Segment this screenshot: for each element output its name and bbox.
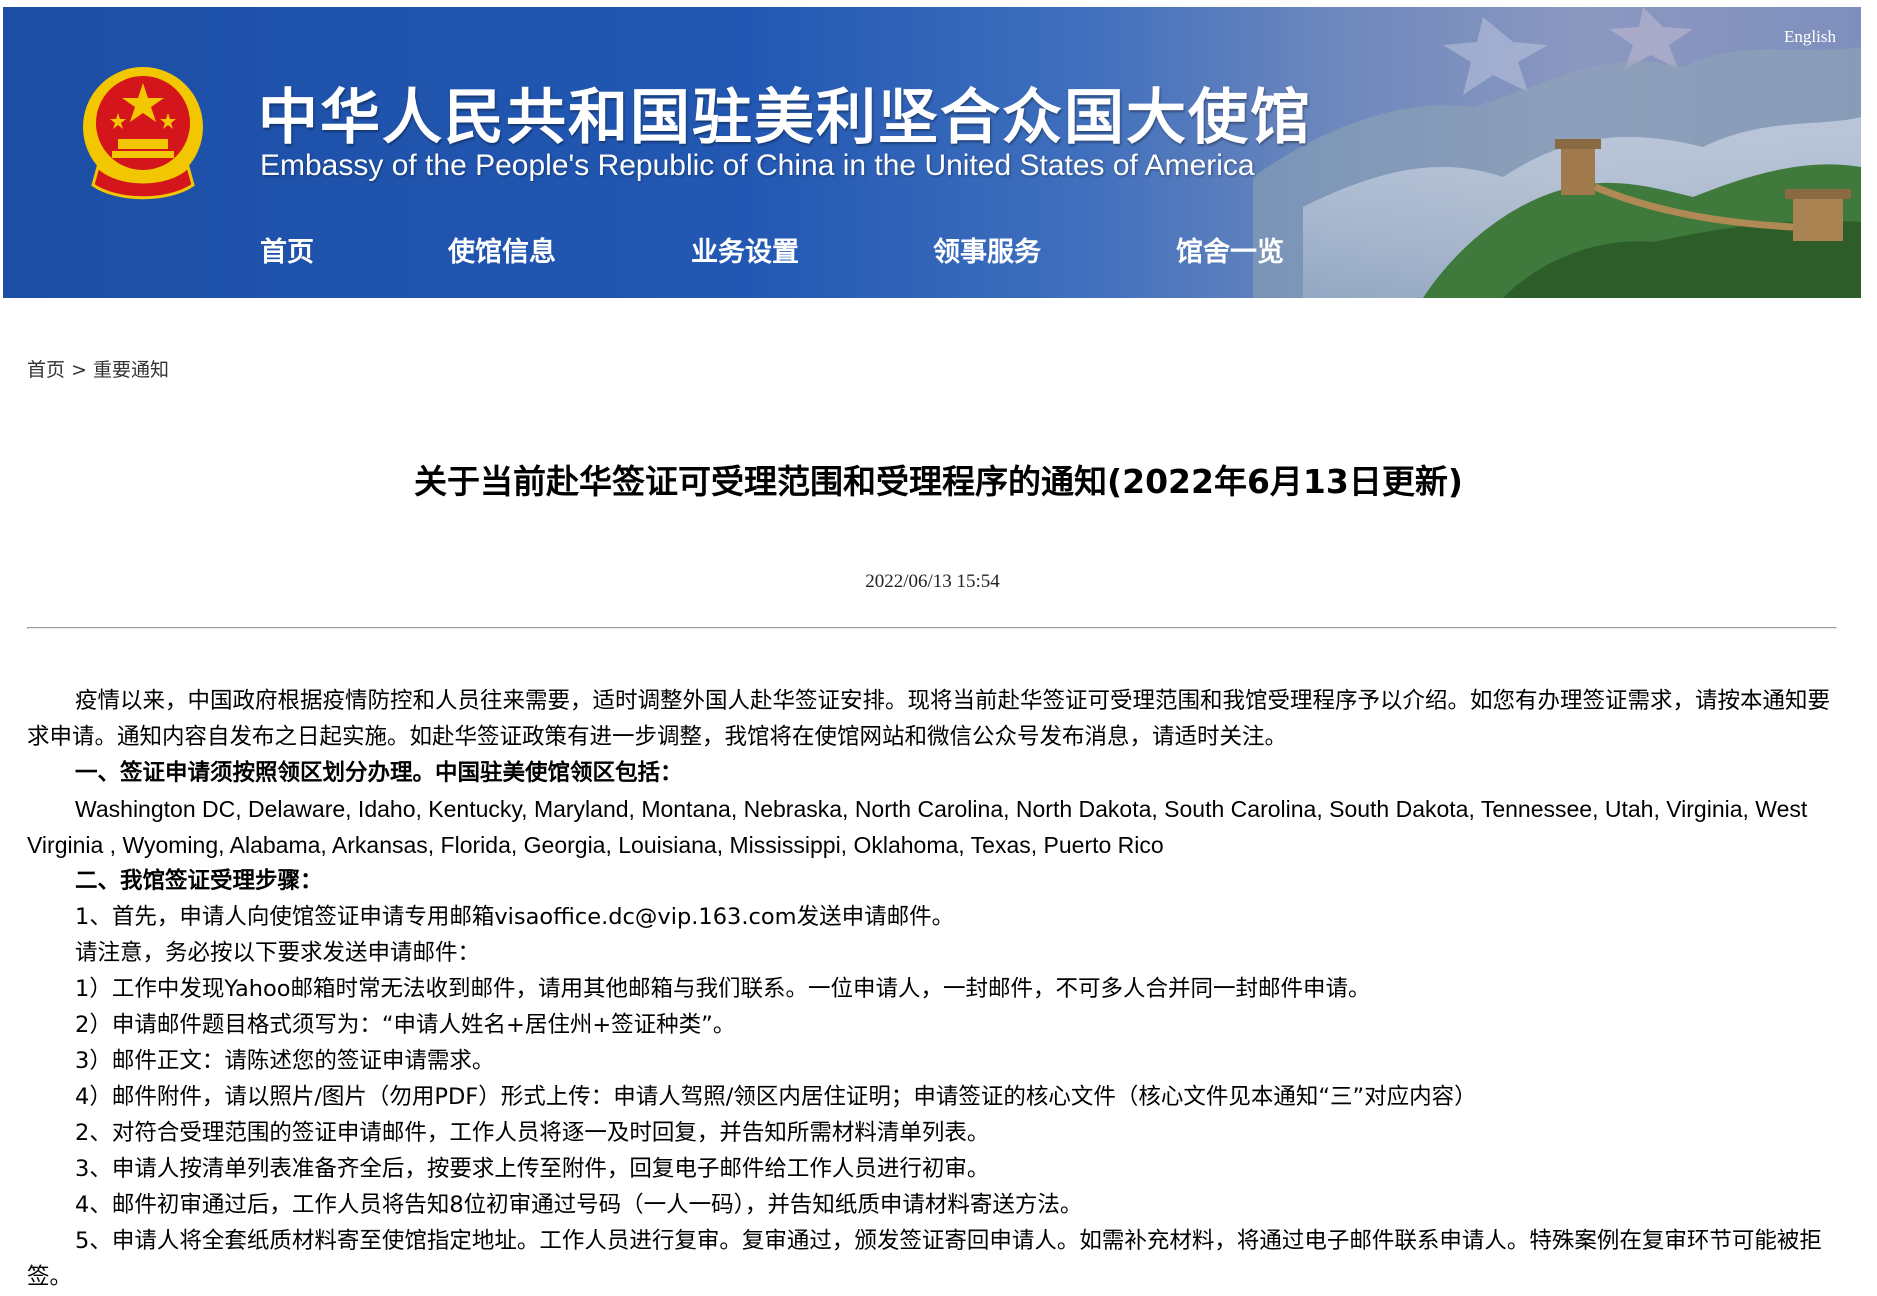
nav-item-premises[interactable]: 馆舍一览 xyxy=(1176,230,1284,269)
step-2-paragraph: 2、对符合受理范围的签证申请邮件，工作人员将逐一及时回复，并告知所需材料清单列表… xyxy=(75,1120,990,1146)
title-divider xyxy=(27,627,1837,629)
national-emblem-icon xyxy=(83,67,203,200)
english-language-link[interactable]: English xyxy=(1784,27,1836,47)
step-5-paragraph: 5、申请人将全套纸质材料寄至使馆指定地址。工作人员进行复审。复审通过，颁发签证寄… xyxy=(27,1228,1822,1290)
breadcrumb-separator: > xyxy=(71,359,87,381)
step-4-paragraph: 4、邮件初审通过后，工作人员将告知8位初审通过号码（一人一码），并告知纸质申请材… xyxy=(75,1192,1083,1218)
breadcrumb-current-link[interactable]: 重要通知 xyxy=(93,359,169,381)
nav-item-consular-services[interactable]: 领事服务 xyxy=(933,230,1041,269)
email-requirement-1: 1）工作中发现Yahoo邮箱时常无法收到邮件，请用其他邮箱与我们联系。一位申请人… xyxy=(75,976,1371,1002)
consular-district-states: Washington DC, Delaware, Idaho, Kentucky… xyxy=(27,796,1808,858)
email-requirement-4: 4）邮件附件，请以照片/图片（勿用PDF）形式上传：申请人驾照/领区内居住证明；… xyxy=(75,1084,1477,1110)
step-3-paragraph: 3、申请人按清单列表准备齐全后，按要求上传至附件，回复电子邮件给工作人员进行初审… xyxy=(75,1156,990,1182)
header-banner: 中华人民共和国驻美利坚合众国大使馆 Embassy of the People'… xyxy=(3,7,1861,298)
article-body: 疫情以来，中国政府根据疫情防控和人员往来需要，适时调整外国人赴华签证安排。现将当… xyxy=(27,683,1837,1295)
article-title: 关于当前赴华签证可受理范围和受理程序的通知(2022年6月13日更新) xyxy=(414,462,1463,501)
intro-paragraph: 疫情以来，中国政府根据疫情防控和人员往来需要，适时调整外国人赴华签证安排。现将当… xyxy=(27,688,1831,750)
breadcrumb-home-link[interactable]: 首页 xyxy=(27,359,65,381)
step-1-paragraph: 1、首先，申请人向使馆签证申请专用邮箱visaoffice.dc@vip.163… xyxy=(75,904,955,930)
nav-item-embassy-info[interactable]: 使馆信息 xyxy=(448,230,556,269)
article-date: 2022/06/13 15:54 xyxy=(865,571,1000,592)
nav-item-home[interactable]: 首页 xyxy=(260,230,314,269)
breadcrumb: 首页 > 重要通知 xyxy=(27,355,169,382)
email-requirement-3: 3）邮件正文：请陈述您的签证申请需求。 xyxy=(75,1048,495,1074)
main-nav: 首页 使馆信息 业务设置 领事服务 馆舍一览 xyxy=(3,230,1403,280)
email-requirement-2: 2）申请邮件题目格式须写为：“申请人姓名+居住州+签证种类”。 xyxy=(75,1012,736,1038)
section-heading-visa-steps: 二、我馆签证受理步骤： xyxy=(75,868,323,894)
email-requirements-note: 请注意，务必按以下要求发送申请邮件： xyxy=(75,940,481,966)
section-heading-consular-district: 一、签证申请须按照领区划分办理。中国驻美使馆领区包括： xyxy=(75,760,683,786)
nav-item-services[interactable]: 业务设置 xyxy=(691,230,799,269)
site-title-english: Embassy of the People's Republic of Chin… xyxy=(260,149,1255,182)
site-title-chinese: 中华人民共和国驻美利坚合众国大使馆 xyxy=(258,83,1312,153)
